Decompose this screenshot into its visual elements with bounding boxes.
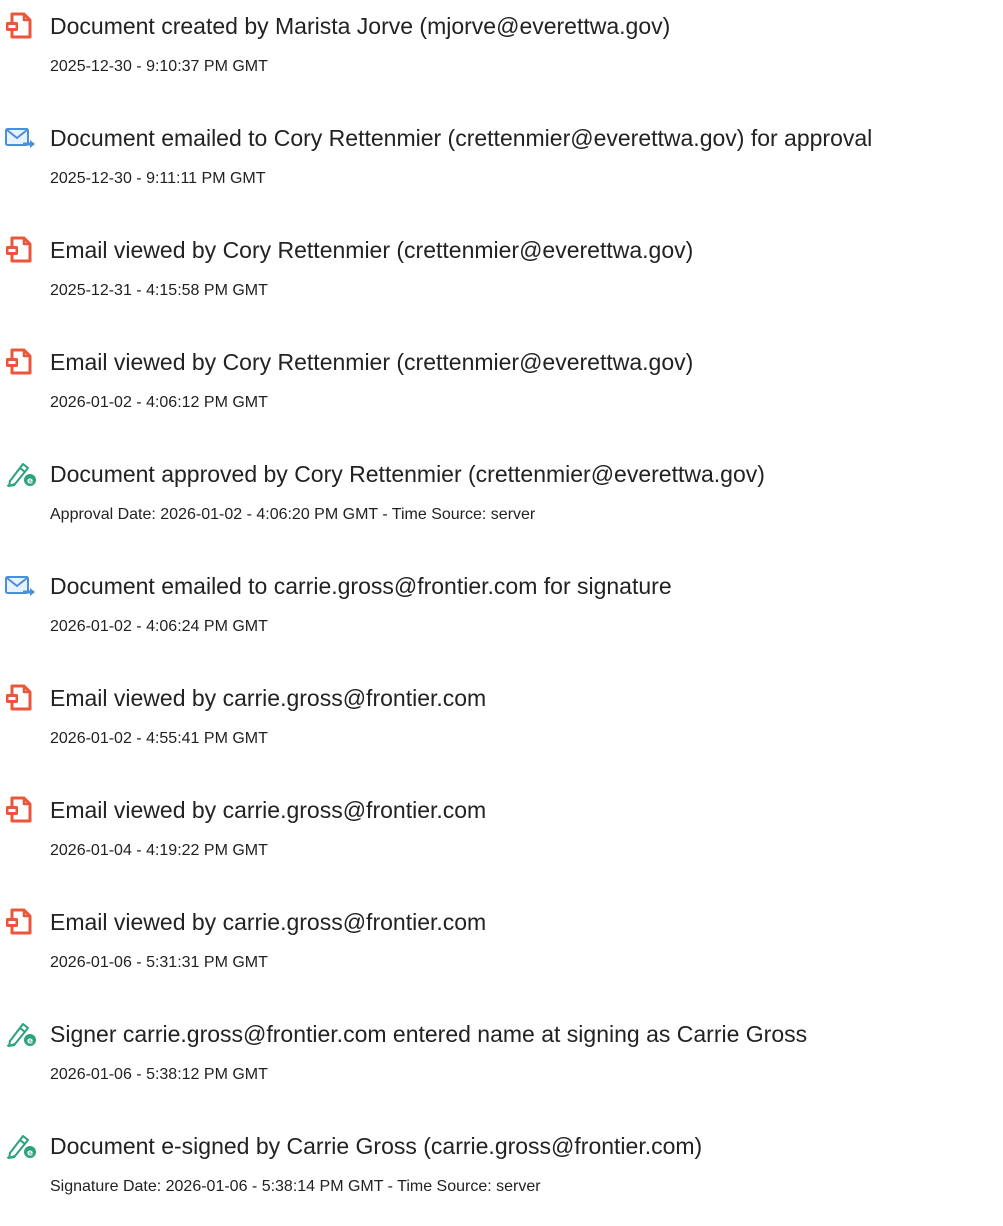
entry-title: Email viewed by carrie.gross@frontier.co…: [50, 797, 487, 823]
svg-text:e: e: [27, 1037, 33, 1047]
entry-title: Document emailed to Cory Rettenmier (cre…: [50, 125, 873, 151]
entry-title: Document emailed to carrie.gross@frontie…: [50, 573, 672, 599]
entry-detail: 2026-01-02 - 4:06:12 PM GMT: [50, 394, 268, 411]
audit-entry: Email viewed by carrie.gross@frontier.co…: [0, 672, 1003, 762]
entry-title: Signer carrie.gross@frontier.com entered…: [50, 1021, 808, 1047]
entry-title: Email viewed by Cory Rettenmier (cretten…: [50, 237, 694, 263]
audit-entry: e Document approved by Cory Rettenmier (…: [0, 448, 1003, 538]
audit-entry: Email viewed by carrie.gross@frontier.co…: [0, 784, 1003, 874]
svg-text:e: e: [27, 1149, 33, 1159]
document-icon: [4, 234, 38, 264]
entry-detail: Signature Date: 2026-01-06 - 5:38:14 PM …: [50, 1178, 541, 1195]
audit-entry: Document emailed to carrie.gross@frontie…: [0, 560, 1003, 650]
entry-detail: 2025-12-30 - 9:10:37 PM GMT: [50, 58, 268, 75]
entry-detail: 2025-12-30 - 9:11:11 PM GMT: [50, 170, 266, 187]
esign-pen-icon: e: [4, 458, 38, 488]
entry-title: Email viewed by carrie.gross@frontier.co…: [50, 685, 487, 711]
audit-entry: Email viewed by carrie.gross@frontier.co…: [0, 896, 1003, 986]
document-icon: [4, 10, 38, 40]
entry-title: Email viewed by carrie.gross@frontier.co…: [50, 909, 487, 935]
audit-entry: e Document e-signed by Carrie Gross (car…: [0, 1120, 1003, 1210]
entry-detail: 2026-01-04 - 4:19:22 PM GMT: [50, 842, 268, 859]
document-icon: [4, 794, 38, 824]
document-icon: [4, 906, 38, 936]
audit-entry: e Signer carrie.gross@frontier.com enter…: [0, 1008, 1003, 1098]
email-sent-icon: [4, 570, 38, 600]
entry-detail: 2026-01-06 - 5:31:31 PM GMT: [50, 954, 268, 971]
esign-pen-icon: e: [4, 1018, 38, 1048]
document-icon: [4, 346, 38, 376]
svg-text:e: e: [27, 477, 33, 487]
document-icon: [4, 682, 38, 712]
audit-entry: Email viewed by Cory Rettenmier (cretten…: [0, 336, 1003, 426]
audit-entry: Email viewed by Cory Rettenmier (cretten…: [0, 224, 1003, 314]
entry-detail: 2026-01-06 - 5:38:12 PM GMT: [50, 1066, 268, 1083]
entry-detail: 2026-01-02 - 4:06:24 PM GMT: [50, 618, 268, 635]
entry-title: Email viewed by Cory Rettenmier (cretten…: [50, 349, 694, 375]
entry-title: Document created by Marista Jorve (mjorv…: [50, 13, 671, 39]
entry-title: Document approved by Cory Rettenmier (cr…: [50, 461, 765, 487]
esign-pen-icon: e: [4, 1130, 38, 1160]
audit-entry: Document created by Marista Jorve (mjorv…: [0, 0, 1003, 90]
audit-entry: Document emailed to Cory Rettenmier (cre…: [0, 112, 1003, 202]
entry-detail: 2026-01-02 - 4:55:41 PM GMT: [50, 730, 268, 747]
entry-detail: 2025-12-31 - 4:15:58 PM GMT: [50, 282, 268, 299]
email-sent-icon: [4, 122, 38, 152]
entry-title: Document e-signed by Carrie Gross (carri…: [50, 1133, 703, 1159]
entry-detail: Approval Date: 2026-01-02 - 4:06:20 PM G…: [50, 506, 536, 523]
